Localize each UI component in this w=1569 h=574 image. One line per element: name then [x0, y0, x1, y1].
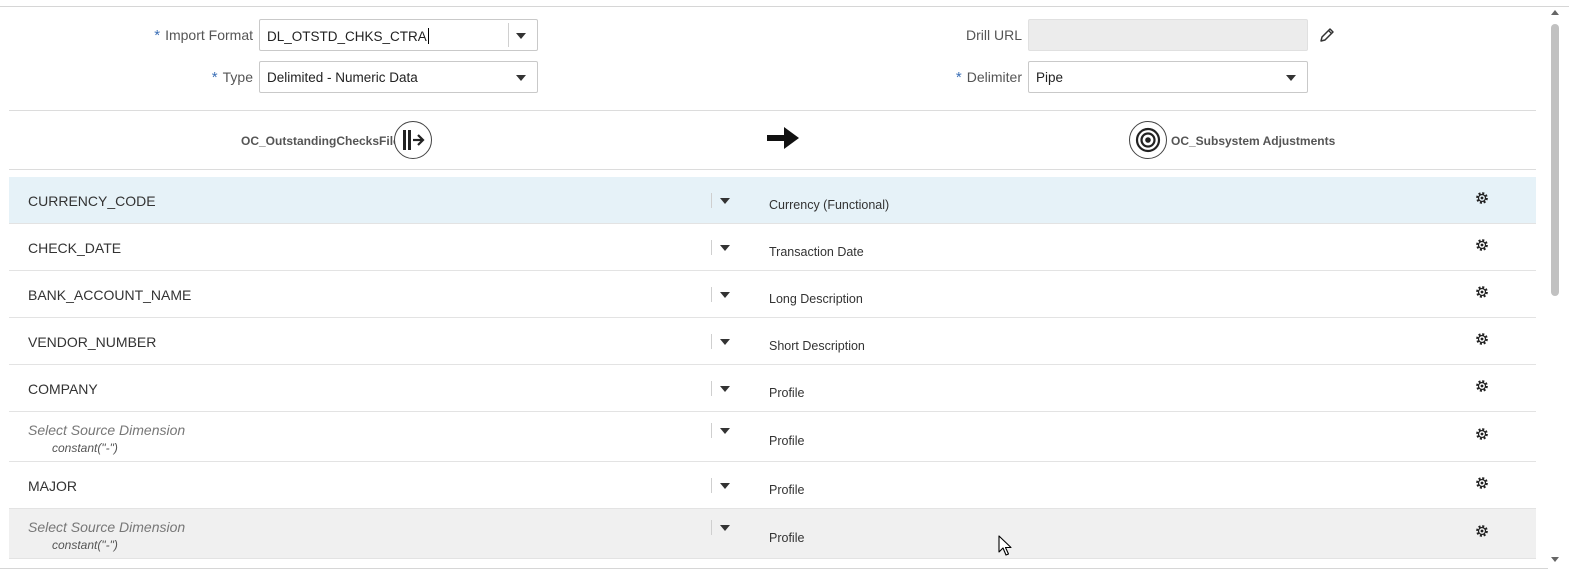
delimiter-label-text: Delimiter — [966, 69, 1022, 85]
import-format-select[interactable]: DL_OTSTD_CHKS_CTRA — [259, 19, 538, 51]
target-icon — [1129, 121, 1167, 159]
gear-icon[interactable] — [1475, 524, 1489, 538]
text-cursor — [427, 28, 429, 44]
type-label: * Type — [190, 69, 253, 86]
source-expression: constant("-") — [52, 441, 118, 455]
row-separator — [711, 334, 712, 349]
row-separator — [711, 423, 712, 438]
source-dimension-placeholder: Select Source Dimension — [28, 519, 186, 535]
gear-icon[interactable] — [1475, 379, 1489, 393]
row-separator — [711, 381, 712, 396]
chevron-down-icon[interactable] — [720, 525, 730, 531]
row-separator — [711, 193, 712, 208]
target-application-name: OC_Subsystem Adjustments — [1171, 134, 1336, 148]
gear-icon[interactable] — [1475, 238, 1489, 252]
chevron-down-icon[interactable] — [720, 483, 730, 489]
source-file-name: OC_OutstandingChecksFile — [241, 134, 400, 148]
scroll-up-icon[interactable] — [1551, 10, 1559, 15]
source-expression: constant("-") — [52, 538, 118, 552]
chevron-down-icon[interactable] — [720, 386, 730, 392]
import-format-value-text: DL_OTSTD_CHKS_CTRA — [267, 29, 427, 44]
type-value: Delimited - Numeric Data — [267, 70, 418, 85]
row-separator — [711, 240, 712, 255]
source-dimension: VENDOR_NUMBER — [28, 334, 157, 350]
drill-url-input[interactable] — [1028, 19, 1308, 51]
top-border — [0, 6, 1569, 7]
select-separator — [508, 23, 509, 47]
gear-icon[interactable] — [1475, 285, 1489, 299]
required-marker: * — [154, 27, 161, 44]
mapping-row[interactable]: CHECK_DATE Transaction Date — [9, 224, 1536, 271]
mapping-row[interactable]: BANK_ACCOUNT_NAME Long Description — [9, 271, 1536, 318]
row-separator — [711, 478, 712, 493]
target-dimension: Profile — [769, 434, 805, 448]
chevron-down-icon[interactable] — [516, 33, 526, 39]
target-dimension: Profile — [769, 483, 805, 497]
mapping-row[interactable]: VENDOR_NUMBER Short Description — [9, 318, 1536, 365]
chevron-down-icon[interactable] — [516, 75, 526, 81]
target-dimension: Long Description — [769, 292, 863, 306]
chevron-down-icon[interactable] — [720, 292, 730, 298]
mapping-row[interactable]: COMPANY Profile — [9, 365, 1536, 412]
delimiter-value: Pipe — [1036, 70, 1064, 85]
required-marker: * — [955, 69, 962, 86]
chevron-down-icon[interactable] — [1286, 75, 1296, 81]
chevron-down-icon[interactable] — [720, 339, 730, 345]
type-label-text: Type — [222, 69, 253, 85]
target-dimension: Transaction Date — [769, 245, 864, 259]
import-format-label: * Import Format — [140, 27, 253, 44]
source-dimension: BANK_ACCOUNT_NAME — [28, 287, 192, 303]
target-dimension: Currency (Functional) — [769, 198, 890, 212]
source-dimension: CURRENCY_CODE — [28, 193, 156, 209]
source-dimension: COMPANY — [28, 381, 98, 397]
row-separator — [711, 520, 712, 535]
chevron-down-icon[interactable] — [720, 245, 730, 251]
delimiter-label: * Delimiter — [930, 69, 1022, 86]
source-dimension-placeholder: Select Source Dimension — [28, 422, 186, 438]
section-divider — [9, 110, 1536, 111]
target-dimension: Profile — [769, 386, 805, 400]
bottom-border — [0, 568, 1548, 569]
row-separator — [711, 287, 712, 302]
delimiter-select[interactable]: Pipe — [1028, 61, 1308, 93]
drill-url-label: Drill URL — [930, 27, 1022, 43]
gear-icon[interactable] — [1475, 427, 1489, 441]
mapping-row[interactable]: Select Source Dimension constant("-") Pr… — [9, 509, 1536, 559]
mouse-cursor-icon — [998, 535, 1012, 556]
import-format-label-text: Import Format — [165, 27, 253, 43]
mapping-row[interactable]: MAJOR Profile — [9, 462, 1536, 509]
type-select[interactable]: Delimited - Numeric Data — [259, 61, 538, 93]
target-dimension: Short Description — [769, 339, 865, 353]
scroll-down-icon[interactable] — [1551, 557, 1559, 562]
header-divider — [9, 169, 1536, 170]
import-format-value: DL_OTSTD_CHKS_CTRA — [267, 28, 429, 44]
gear-icon[interactable] — [1475, 191, 1489, 205]
chevron-down-icon[interactable] — [720, 198, 730, 204]
mapping-row[interactable]: CURRENCY_CODE Currency (Functional) — [9, 177, 1536, 224]
target-dimension: Profile — [769, 531, 805, 545]
required-marker: * — [211, 69, 218, 86]
arrow-right-icon — [767, 127, 799, 149]
drill-url-label-text: Drill URL — [966, 27, 1022, 43]
source-file-icon — [394, 121, 432, 159]
gear-icon[interactable] — [1475, 332, 1489, 346]
source-dimension: MAJOR — [28, 478, 77, 494]
source-dimension: CHECK_DATE — [28, 240, 122, 256]
gear-icon[interactable] — [1475, 476, 1489, 490]
source-file-glyph — [403, 130, 425, 150]
scroll-thumb[interactable] — [1551, 24, 1559, 296]
target-glyph — [1135, 127, 1161, 153]
pencil-icon[interactable] — [1318, 26, 1336, 44]
mapping-row[interactable]: Select Source Dimension constant("-") Pr… — [9, 412, 1536, 462]
chevron-down-icon[interactable] — [720, 428, 730, 434]
